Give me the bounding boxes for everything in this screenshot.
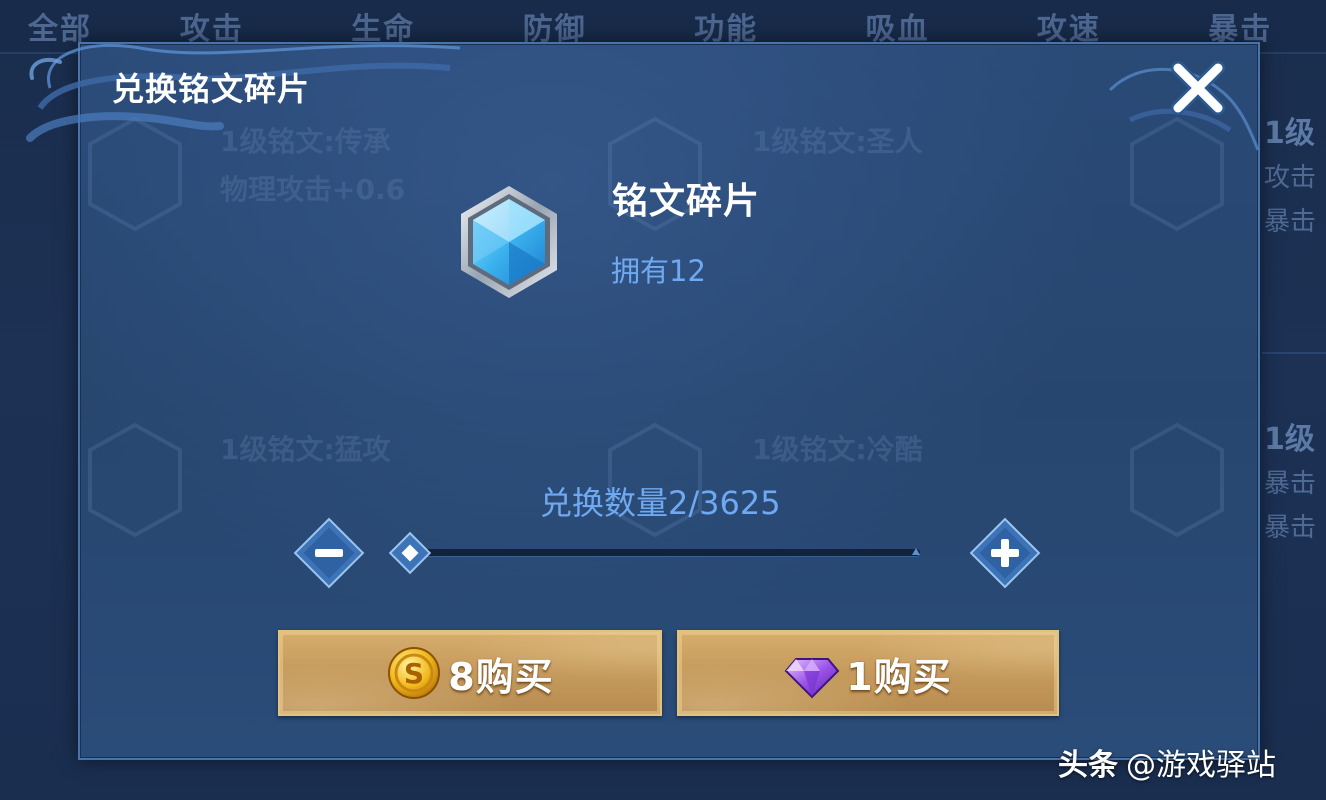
bg-card-title: 1级铭文:传承	[220, 125, 391, 158]
bg-right-line: 暴击	[1264, 513, 1317, 543]
bg-right-line: 暴击	[1264, 469, 1317, 499]
watermark: 头条 @游戏驿站	[1058, 740, 1276, 784]
bg-right-level: 1级	[1264, 116, 1315, 151]
bg-rune-icon	[88, 116, 182, 232]
crystal-shard-icon	[461, 186, 557, 298]
bg-right-card-2: 1级 暴击 暴击	[1264, 418, 1326, 550]
buy-with-gold-button[interactable]: S 8购买	[278, 630, 662, 716]
bg-divider	[1262, 352, 1326, 354]
bg-right-card-1: 1级 攻击 暴击	[1264, 112, 1326, 244]
slider-end-marker	[912, 548, 920, 555]
bg-right-level: 1级	[1264, 422, 1315, 457]
diamond-handle-icon	[388, 531, 432, 575]
watermark-account: @游戏驿站	[1126, 748, 1276, 783]
watermark-brand: 头条	[1058, 748, 1118, 783]
exchange-quantity-label: 兑换数量2/3625	[540, 484, 781, 522]
bg-card-desc: 物理攻击+0.6	[220, 173, 406, 206]
buy-with-gold-label: 8购买	[448, 654, 554, 699]
close-button[interactable]	[1166, 56, 1230, 120]
quantity-slider-track[interactable]	[410, 549, 920, 556]
item-owned-count: 拥有12	[611, 254, 706, 288]
quantity-slider-thumb[interactable]	[383, 526, 437, 580]
increase-quantity-button[interactable]	[965, 513, 1045, 593]
buy-with-diamond-label: 1购买	[846, 654, 952, 699]
diamond-icon	[784, 658, 840, 699]
item-name: 铭文碎片	[612, 181, 761, 222]
close-icon	[1171, 61, 1225, 115]
bg-rune-icon	[88, 422, 182, 538]
minus-icon	[293, 517, 365, 589]
bg-card-title: 1级铭文:圣人	[752, 125, 923, 158]
bg-right-line: 攻击	[1264, 163, 1317, 193]
buy-with-diamond-button[interactable]: 1购买	[677, 630, 1059, 716]
decrease-quantity-button[interactable]	[289, 513, 369, 593]
bg-card-title: 1级铭文:冷酷	[752, 433, 923, 466]
modal-title: 兑换铭文碎片	[112, 70, 311, 108]
plus-icon	[969, 517, 1041, 589]
svg-text:S: S	[404, 657, 424, 690]
exchange-modal: 1级铭文:传承 物理攻击+0.6 1级铭文:圣人 1级铭文:猛攻 1级铭文:冷酷	[78, 42, 1260, 760]
bg-rune-icon	[1130, 422, 1224, 538]
gold-coin-icon: S	[388, 647, 441, 699]
bg-right-line: 暴击	[1264, 207, 1317, 237]
bg-card-title: 1级铭文:猛攻	[220, 433, 391, 466]
